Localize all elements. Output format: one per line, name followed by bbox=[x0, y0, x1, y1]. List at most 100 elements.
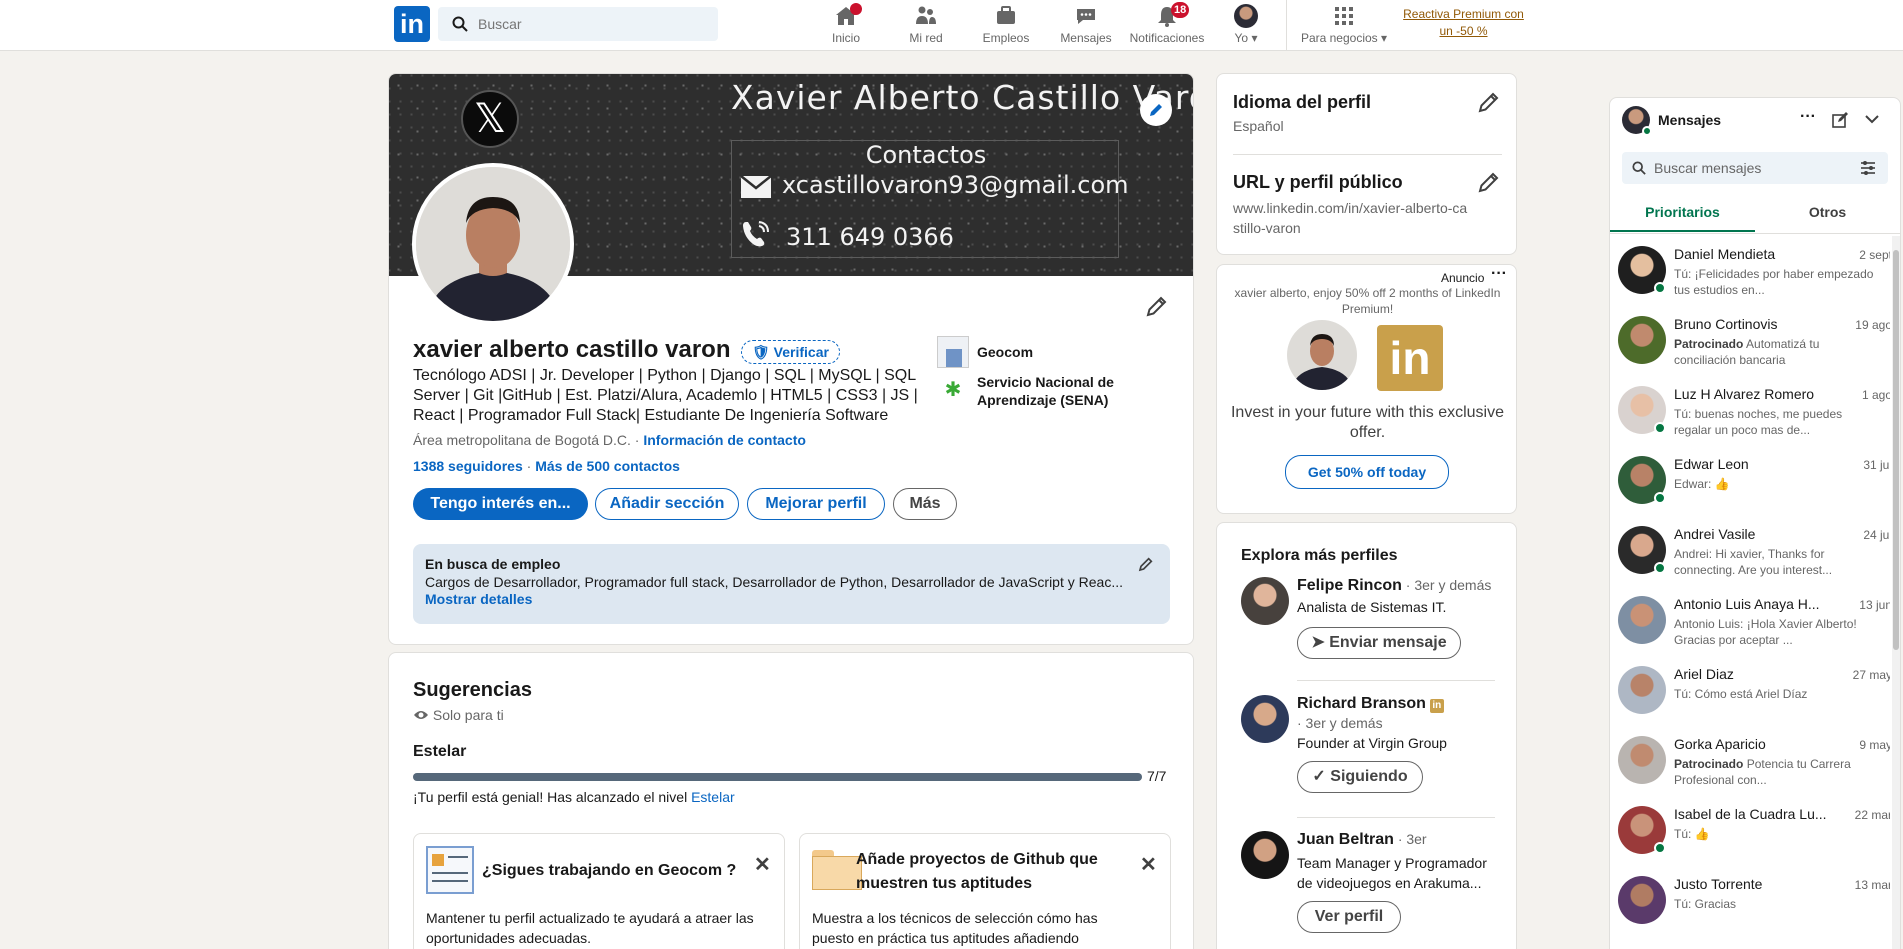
conversation-item[interactable]: Gorka Aparicio 9 may Patrocinado Potencia … bbox=[1610, 726, 1890, 796]
edit-intro-pencil-icon[interactable] bbox=[1145, 294, 1169, 318]
ad-more-icon[interactable]: ··· bbox=[1491, 265, 1507, 283]
edit-url-pencil-icon[interactable] bbox=[1477, 170, 1501, 194]
open-to-button[interactable]: Tengo interés en... bbox=[413, 488, 588, 520]
nav-home-label: Inicio bbox=[831, 31, 860, 45]
top-navigation-bar: in Inicio Mi red Empleos Mensajes 18 Not… bbox=[0, 0, 1903, 51]
public-url-title: URL y perfil público bbox=[1233, 172, 1403, 192]
messaging-header[interactable]: Mensajes ··· bbox=[1610, 98, 1900, 142]
dismiss-close-icon[interactable]: ✕ bbox=[1140, 852, 1157, 877]
conversation-preview: Tú: buenas noches, me puedes regalar un … bbox=[1674, 406, 1874, 438]
public-url-value[interactable]: www.linkedin.com/in/xavier-alberto-casti… bbox=[1233, 198, 1473, 238]
open-to-work-box[interactable]: En busca de empleo Cargos de Desarrollad… bbox=[413, 544, 1170, 624]
person-avatar bbox=[1241, 577, 1289, 625]
search-bar[interactable] bbox=[438, 7, 718, 41]
open-to-work-desc: Cargos de Desarrollador, Programador ful… bbox=[425, 574, 1123, 590]
edit-language-pencil-icon[interactable] bbox=[1477, 90, 1501, 114]
person-name: Juan Beltran bbox=[1297, 831, 1394, 848]
person-juan-beltran[interactable]: Juan Beltran · 3er Team Manager y Progra… bbox=[1241, 831, 1495, 949]
profile-language-value: Español bbox=[1233, 118, 1284, 134]
profile-card: 𝕏 Xavier Alberto Castillo Varon Contacto… bbox=[388, 73, 1194, 645]
avatar bbox=[1618, 596, 1666, 644]
scrollbar-thumb[interactable] bbox=[1893, 250, 1899, 650]
following-button[interactable]: ✓ Siguiendo bbox=[1297, 761, 1423, 793]
reactivate-premium-link[interactable]: Reactiva Premium con un -50 % bbox=[1396, 6, 1531, 40]
search-input[interactable] bbox=[478, 7, 708, 41]
notifications-badge: 18 bbox=[1171, 2, 1190, 18]
suggestion-card-github[interactable]: Añade proyectos de Github que muestren t… bbox=[799, 833, 1171, 949]
home-dot-badge bbox=[850, 3, 862, 15]
tabs-divider bbox=[1610, 233, 1900, 234]
get-offer-button[interactable]: Get 50% off today bbox=[1285, 455, 1449, 489]
conversation-preview-text: Antonio Luis: ¡Hola Xavier Alberto! Grac… bbox=[1674, 617, 1857, 647]
connections-link[interactable]: Más de 500 contactos bbox=[535, 458, 680, 474]
conversation-preview-text: Tú: buenas noches, me puedes regalar un … bbox=[1674, 407, 1843, 437]
more-options-icon[interactable]: ··· bbox=[1800, 108, 1816, 126]
conversation-date: 24 jul bbox=[1863, 528, 1890, 542]
messages-search[interactable]: Buscar mensajes bbox=[1622, 152, 1888, 184]
view-profile-button[interactable]: Ver perfil bbox=[1297, 901, 1401, 933]
conversation-preview: Tú: Gracias bbox=[1674, 896, 1874, 912]
nav-me[interactable]: Yo ▾ bbox=[1226, 4, 1266, 48]
suggestion-card-geocom[interactable]: ¿Sigues trabajando en Geocom ? ✕ Mantene… bbox=[413, 833, 785, 949]
conversation-item[interactable]: Bruno Cortinovis 19 ago Patrocinado Automa… bbox=[1610, 306, 1890, 376]
linkedin-badge-icon: in bbox=[1429, 699, 1444, 713]
dismiss-close-icon[interactable]: ✕ bbox=[754, 852, 771, 877]
nav-jobs[interactable]: Empleos bbox=[980, 4, 1032, 48]
send-message-button[interactable]: ➤ Enviar mensaje bbox=[1297, 627, 1461, 659]
collapse-chevron-icon[interactable] bbox=[1864, 114, 1880, 124]
progress-fill bbox=[413, 773, 1142, 781]
conversation-preview-text: Andrei: Hi xavier, Thanks for connecting… bbox=[1674, 547, 1833, 577]
linkedin-logo[interactable]: in bbox=[394, 6, 430, 42]
nav-my-network[interactable]: Mi red bbox=[904, 4, 948, 48]
progress-status: ¡Tu perfil está genial! Has alcanzado el… bbox=[413, 789, 735, 805]
enhance-profile-button[interactable]: Mejorar perfil bbox=[747, 488, 885, 520]
avatar bbox=[1234, 4, 1258, 28]
edit-open-to-work-pencil-icon[interactable] bbox=[1138, 556, 1154, 572]
person-title: Founder at Virgin Group bbox=[1297, 735, 1447, 751]
tab-other-label: Otros bbox=[1808, 204, 1847, 220]
compose-icon[interactable] bbox=[1832, 112, 1848, 128]
conversation-item[interactable]: Daniel Mendieta 2 sept Tú: ¡Felicidades po… bbox=[1610, 236, 1890, 306]
nav-notifications[interactable]: 18 Notificaciones bbox=[1127, 2, 1207, 48]
nav-home[interactable]: Inicio bbox=[826, 3, 866, 48]
banner-phone: 311 649 0366 bbox=[786, 223, 954, 251]
scrollbar[interactable] bbox=[1892, 236, 1900, 949]
more-button[interactable]: Más bbox=[893, 488, 957, 520]
profile-photo[interactable] bbox=[412, 163, 574, 325]
online-status-dot bbox=[1654, 492, 1666, 504]
nav-notifications-label: Notificaciones bbox=[1129, 31, 1205, 45]
conversation-item[interactable]: Andrei Vasile 24 jul Andrei: Hi xavier, Th… bbox=[1610, 516, 1890, 586]
tab-other[interactable]: Otros bbox=[1755, 194, 1900, 232]
contact-info-link[interactable]: Información de contacto bbox=[643, 432, 806, 448]
filter-icon[interactable] bbox=[1860, 161, 1876, 175]
messaging-icon bbox=[1077, 9, 1095, 24]
conversation-item[interactable]: Ariel Diaz 27 may Tú: Cómo está Ariel Díaz bbox=[1610, 656, 1890, 726]
edit-banner-button[interactable] bbox=[1140, 94, 1172, 126]
person-title: Analista de Sistemas IT. bbox=[1297, 599, 1447, 615]
conversation-item[interactable]: Justo Torrente 13 mar Tú: Gracias bbox=[1610, 866, 1890, 936]
show-details-link[interactable]: Mostrar detalles bbox=[425, 591, 532, 607]
following-label: Siguiendo bbox=[1330, 768, 1408, 785]
nav-messaging[interactable]: Mensajes bbox=[1060, 4, 1112, 48]
conversation-item[interactable]: Edwar Leon 31 jul Edwar: 👍 bbox=[1610, 446, 1890, 516]
conversation-item[interactable]: Isabel de la Cuadra Lu... 22 mar Tú: 👍 bbox=[1610, 796, 1890, 866]
online-status-dot bbox=[1654, 422, 1666, 434]
conversation-name: Luz H Alvarez Romero bbox=[1674, 386, 1815, 402]
add-section-button[interactable]: Añadir sección bbox=[595, 488, 739, 520]
followers-link[interactable]: 1388 seguidores bbox=[413, 458, 523, 474]
conversation-name: Andrei Vasile bbox=[1674, 526, 1756, 542]
verify-badge[interactable]: 🛡 Verificar bbox=[741, 340, 840, 364]
person-richard-branson[interactable]: Richard Branson in · 3er y demás Founder… bbox=[1241, 695, 1495, 815]
banner-contacts-box: Contactos xcastillovaron93@gmail.com 311… bbox=[731, 140, 1129, 258]
online-status-dot bbox=[1642, 126, 1652, 136]
nav-for-business[interactable]: Para negocios ▾ bbox=[1296, 4, 1392, 48]
tab-focused[interactable]: Prioritarios bbox=[1610, 194, 1755, 232]
conversation-item[interactable]: Luz H Alvarez Romero 1 ago Tú: buenas noch… bbox=[1610, 376, 1890, 446]
tab-focused-label: Prioritarios bbox=[1645, 204, 1720, 220]
conversation-item[interactable]: Antonio Luis Anaya H... 13 jun Antonio Lui… bbox=[1610, 586, 1890, 656]
person-felipe-rincon[interactable]: Felipe Rincon · 3er y demás Analista de … bbox=[1241, 577, 1495, 697]
avatar bbox=[1618, 876, 1666, 924]
level-link[interactable]: Estelar bbox=[691, 789, 735, 805]
online-status-dot bbox=[1654, 282, 1666, 294]
open-to-work-title: En busca de empleo bbox=[425, 556, 561, 572]
